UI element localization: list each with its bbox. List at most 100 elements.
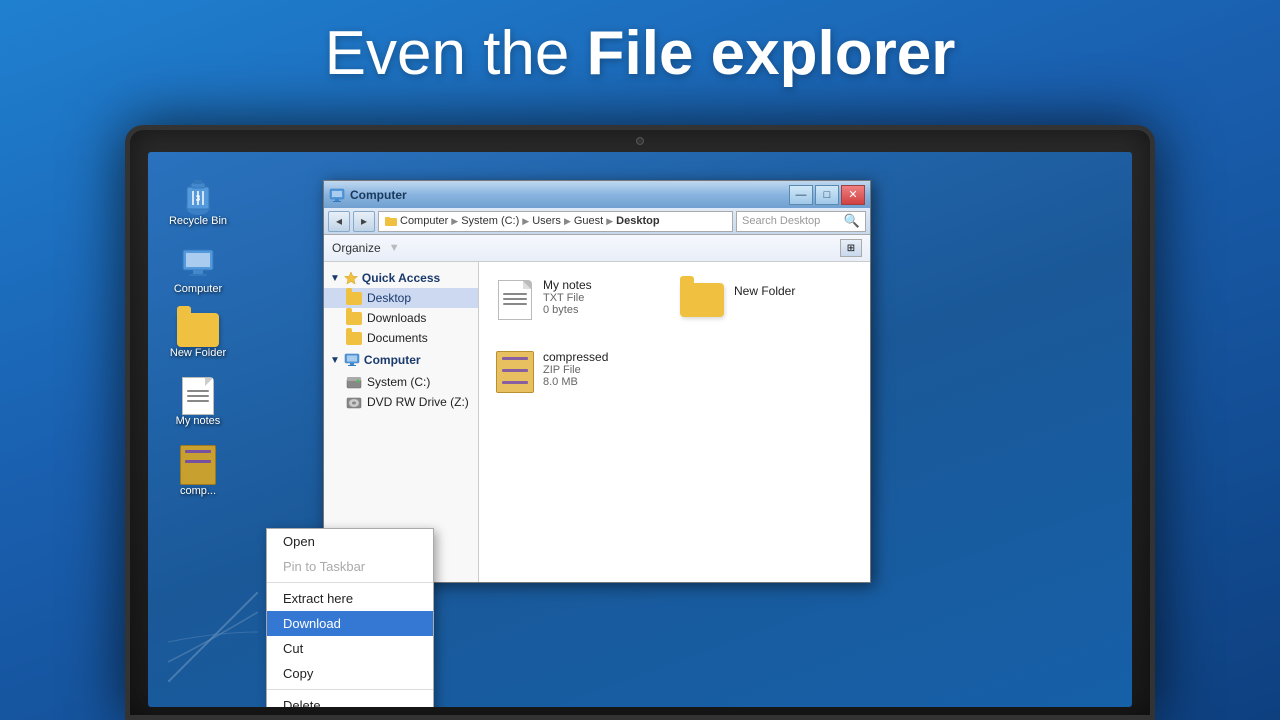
downloads-folder-icon — [346, 312, 362, 325]
compressed-filesize: 8.0 MB — [543, 376, 608, 388]
desktop-icon-new-folder-label: New Folder — [170, 347, 226, 359]
context-menu-separator-1 — [267, 582, 433, 583]
minimize-button[interactable]: — — [789, 185, 813, 205]
address-bar[interactable]: Computer ▶ System (C:) ▶ Users ▶ Guest ▶… — [378, 211, 733, 232]
zip-file-icon — [496, 351, 534, 393]
desktop-icon-compressed[interactable]: comp... — [166, 445, 230, 497]
desktop-icons: 3 Recycle Bin Computer New Folde — [166, 177, 230, 497]
context-menu-separator-2 — [267, 689, 433, 690]
navigation-bar: ◂ ▸ Computer ▶ System (C:) ▶ Users ▶ Gue… — [324, 208, 870, 235]
desktop-icon-new-folder[interactable]: New Folder — [166, 313, 230, 359]
file-item-new-folder[interactable]: New Folder — [674, 274, 839, 326]
context-menu-cut[interactable]: Cut — [267, 636, 433, 661]
context-menu-open[interactable]: Open — [267, 529, 433, 554]
maximize-button[interactable]: □ — [815, 185, 839, 205]
search-placeholder: Search Desktop — [742, 215, 820, 227]
breadcrumb-sep2: ▶ — [522, 216, 529, 227]
context-menu-extract-here[interactable]: Extract here — [267, 586, 433, 611]
close-button[interactable]: ✕ — [841, 185, 865, 205]
sidebar-item-desktop[interactable]: Desktop — [324, 288, 478, 308]
desktop-folder-icon — [346, 292, 362, 305]
desktop-icon-recycle-bin[interactable]: 3 Recycle Bin — [166, 177, 230, 227]
sidebar-desktop-label: Desktop — [367, 291, 411, 305]
compressed-file-icon-container — [495, 350, 535, 394]
toolbar-separator: ▼ — [389, 242, 400, 254]
my-notes-info: My notes TXT File 0 bytes — [543, 278, 592, 316]
context-menu-delete[interactable]: Delete — [267, 693, 433, 707]
back-button[interactable]: ◂ — [328, 211, 350, 232]
win7-decoration — [168, 592, 258, 687]
drive-icon-c — [346, 376, 362, 389]
new-folder-icon — [177, 313, 219, 347]
breadcrumb-sep1: ▶ — [451, 216, 458, 227]
sidebar-item-system-c[interactable]: System (C:) — [324, 372, 478, 392]
breadcrumb-system: System (C:) — [461, 215, 519, 227]
my-notes-file-icon-container — [495, 278, 535, 322]
desktop-icon-compressed-label: comp... — [180, 485, 216, 497]
window-title-icon — [329, 187, 345, 203]
quick-access-label: Quick Access — [362, 271, 440, 285]
computer-icon — [179, 245, 217, 283]
sidebar-dvd-label: DVD RW Drive (Z:) — [367, 395, 469, 409]
quick-access-star-icon — [344, 271, 358, 285]
my-notes-filesize: 0 bytes — [543, 304, 592, 316]
forward-button[interactable]: ▸ — [353, 211, 375, 232]
desktop-icon-recycle-bin-label: Recycle Bin — [169, 215, 227, 227]
context-menu-copy[interactable]: Copy — [267, 661, 433, 686]
folder-address-icon — [385, 215, 397, 227]
file-item-compressed[interactable]: compressed ZIP File 8.0 MB — [491, 346, 666, 398]
search-icon[interactable]: 🔍 — [844, 213, 860, 229]
context-menu: Open Pin to Taskbar Extract here Downloa… — [266, 528, 434, 707]
file-area: My notes TXT File 0 bytes — [479, 262, 870, 582]
sidebar-system-c-label: System (C:) — [367, 375, 430, 389]
sidebar-computer-label: Computer — [364, 353, 421, 367]
breadcrumb-computer: Computer — [400, 215, 448, 227]
sidebar-item-dvd[interactable]: DVD RW Drive (Z:) — [324, 392, 478, 412]
compressed-filetype: ZIP File — [543, 364, 608, 376]
context-menu-pin-taskbar: Pin to Taskbar — [267, 554, 433, 579]
breadcrumb-guest: Guest — [574, 215, 603, 227]
context-menu-download[interactable]: Download — [267, 611, 433, 636]
compressed-filename: compressed — [543, 350, 608, 364]
new-folder-info: New Folder — [734, 278, 795, 298]
my-notes-filename: My notes — [543, 278, 592, 292]
file-item-my-notes[interactable]: My notes TXT File 0 bytes — [491, 274, 666, 326]
new-folder-filename: New Folder — [734, 284, 795, 298]
desktop-icon-my-notes[interactable]: My notes — [166, 377, 230, 427]
explorer-window: Computer — □ ✕ ◂ ▸ Computer ▶ — [323, 180, 871, 583]
my-notes-icon — [182, 377, 214, 415]
new-folder-file-icon-container — [678, 278, 726, 322]
sidebar-computer-header[interactable]: ▼ Computer — [324, 348, 478, 372]
documents-folder-icon — [346, 332, 362, 345]
svg-text:3: 3 — [196, 194, 201, 203]
desktop-icon-my-notes-label: My notes — [176, 415, 221, 427]
title-bar: Computer — □ ✕ — [324, 181, 870, 208]
quick-access-arrow: ▼ — [330, 273, 340, 284]
view-toggle-button[interactable]: ⊞ — [840, 239, 862, 257]
breadcrumb-sep3: ▶ — [564, 216, 571, 227]
computer-sidebar-icon — [344, 353, 360, 367]
window-title: Computer — [350, 188, 784, 202]
organize-button[interactable]: Organize — [332, 241, 381, 255]
breadcrumb-users: Users — [532, 215, 561, 227]
desktop-icon-computer-label: Computer — [174, 283, 222, 295]
desktop-icon-computer[interactable]: Computer — [166, 245, 230, 295]
breadcrumb-sep4: ▶ — [606, 216, 613, 227]
sidebar-item-downloads[interactable]: Downloads — [324, 308, 478, 328]
sidebar-quick-access-header[interactable]: ▼ Quick Access — [324, 268, 478, 288]
computer-arrow: ▼ — [330, 355, 340, 366]
sidebar-downloads-label: Downloads — [367, 311, 426, 325]
search-bar[interactable]: Search Desktop 🔍 — [736, 211, 866, 232]
device-frame: 3 Recycle Bin Computer New Folde — [125, 125, 1155, 720]
compressed-info: compressed ZIP File 8.0 MB — [543, 350, 608, 388]
breadcrumb-desktop: Desktop — [616, 215, 659, 227]
device-screen: 3 Recycle Bin Computer New Folde — [148, 152, 1132, 707]
recycle-bin-icon: 3 — [179, 177, 217, 215]
sidebar-item-documents[interactable]: Documents — [324, 328, 478, 348]
new-folder-file-icon — [680, 283, 724, 317]
dvd-drive-icon — [346, 396, 362, 409]
window-controls: — □ ✕ — [789, 185, 865, 205]
sidebar-documents-label: Documents — [367, 331, 428, 345]
compressed-zip-icon — [180, 445, 216, 485]
header-text-bold: File explorer — [587, 19, 956, 88]
